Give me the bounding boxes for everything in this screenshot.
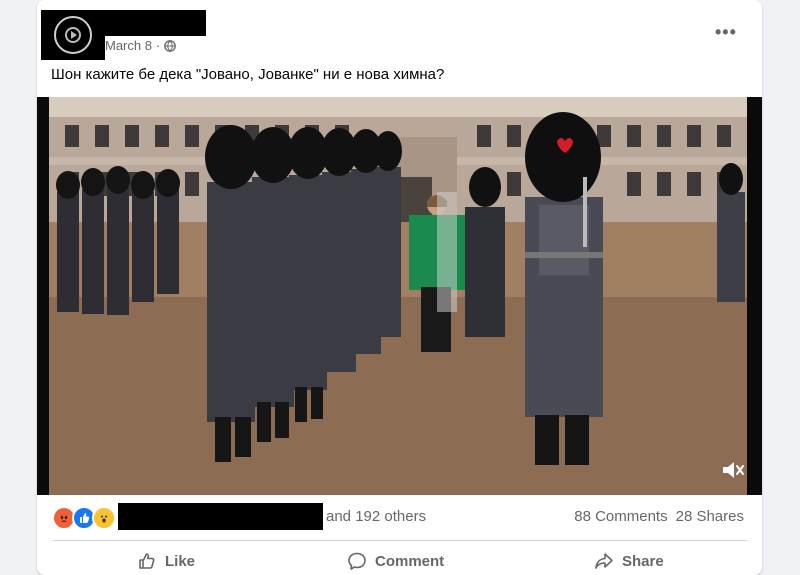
comments-count[interactable]: 88 Comments — [574, 508, 667, 525]
avatar[interactable] — [41, 10, 105, 60]
video-player[interactable] — [37, 97, 762, 495]
post-text: Шон кажите бе дека "Јовано, Јованке" ни … — [51, 66, 445, 83]
more-options-button[interactable]: ••• — [715, 22, 737, 43]
thumbs-up-icon — [139, 553, 155, 569]
share-label: Share — [622, 552, 664, 570]
video-frame — [37, 97, 762, 495]
author-name-redacted[interactable] — [105, 10, 206, 36]
share-button[interactable]: Share — [594, 551, 664, 571]
share-icon — [595, 553, 613, 569]
wow-react-icon — [92, 506, 116, 530]
comment-button[interactable]: Comment — [347, 551, 444, 571]
post-meta: March 8 · — [105, 38, 177, 53]
divider — [53, 540, 747, 541]
post-date[interactable]: March 8 — [105, 38, 152, 53]
like-label: Like — [165, 552, 196, 570]
engagement-counts: 88 Comments 28 Shares — [574, 508, 744, 525]
page-logo-icon — [54, 16, 92, 54]
comment-label: Comment — [375, 552, 445, 570]
mute-icon[interactable] — [720, 458, 746, 482]
shares-count[interactable]: 28 Shares — [676, 508, 744, 525]
like-button[interactable]: Like — [137, 551, 195, 571]
reaction-icons[interactable] — [52, 506, 116, 530]
globe-icon — [164, 39, 177, 52]
reactor-name-redacted[interactable] — [118, 503, 323, 530]
reaction-others-count[interactable]: and 192 others — [326, 508, 426, 525]
comment-icon — [348, 552, 366, 570]
